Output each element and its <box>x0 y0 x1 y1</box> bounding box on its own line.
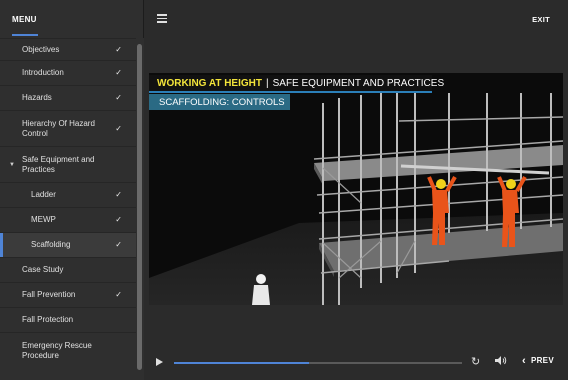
menu-item-label: Hazards <box>22 93 52 102</box>
check-icon: ✓ <box>115 68 122 77</box>
menu-item-hazards[interactable]: Hazards ✓ <box>0 85 136 110</box>
menu-item-objectives[interactable]: Objectives ✓ <box>0 38 136 60</box>
check-icon: ✓ <box>115 240 122 249</box>
menu-item-label: Fall Protection <box>22 315 74 324</box>
check-icon: ✓ <box>115 44 122 54</box>
menu-item-emergency-rescue-procedure[interactable]: Emergency Rescue Procedure <box>0 332 136 368</box>
check-icon: ✓ <box>115 290 122 299</box>
chevron-left-icon: ‹ <box>522 354 526 367</box>
menu-item-label: Scaffolding <box>31 240 71 249</box>
hamburger-icon[interactable] <box>157 14 167 23</box>
prev-label: PREV <box>530 356 554 365</box>
menu-item-case-study[interactable]: Case Study <box>0 257 136 282</box>
menu-title: MENU <box>12 14 37 24</box>
check-icon: ✓ <box>115 93 122 102</box>
caret-down-icon: ▼ <box>9 161 15 168</box>
check-icon: ✓ <box>115 215 122 224</box>
progress-bar[interactable] <box>174 362 462 364</box>
menu-item-label: MEWP <box>31 215 56 224</box>
menu-item-mewp[interactable]: MEWP ✓ <box>0 207 136 232</box>
menu-item-fall-prevention[interactable]: Fall Prevention ✓ <box>0 282 136 307</box>
menu-item-label: Ladder <box>31 190 56 199</box>
menu-item-hierarchy-of-hazard-control[interactable]: Hierarchy Of Hazard Control ✓ <box>0 110 136 146</box>
progress-fill <box>174 362 310 364</box>
topic-subtitle: SCAFFOLDING: CONTROLS <box>149 94 290 110</box>
menu-item-label: Case Study <box>22 265 64 274</box>
player-controls: ↻ ‹ PREV <box>144 350 568 376</box>
replay-icon[interactable]: ↻ <box>471 355 480 368</box>
menu-item-label: Emergency Rescue Procedure <box>22 340 92 360</box>
check-icon: ✓ <box>115 190 122 199</box>
section-title: SAFE EQUIPMENT AND PRACTICES <box>272 77 445 89</box>
video-title-bar: WORKING AT HEIGHT | SAFE EQUIPMENT AND P… <box>149 75 444 93</box>
menu-item-scaffolding[interactable]: Scaffolding ✓ <box>0 232 136 257</box>
top-bar: EXIT <box>144 0 568 38</box>
volume-icon[interactable] <box>495 355 507 369</box>
menu-item-label: Hierarchy Of Hazard Control <box>22 118 95 138</box>
menu-item-label: Introduction <box>22 68 64 77</box>
title-separator: | <box>266 77 269 89</box>
sidebar-menu: MENU Objectives ✓ Introduction ✓ Hazards… <box>0 0 144 380</box>
prev-button[interactable]: ‹ PREV <box>522 354 554 367</box>
menu-list: Objectives ✓ Introduction ✓ Hazards ✓ Hi… <box>0 38 136 368</box>
menu-item-label: Objectives <box>22 44 60 54</box>
check-icon: ✓ <box>115 123 122 133</box>
menu-item-ladder[interactable]: Ladder ✓ <box>0 182 136 207</box>
course-title: WORKING AT HEIGHT <box>157 77 262 89</box>
exit-button[interactable]: EXIT <box>532 15 550 24</box>
menu-item-safe-equipment-and-practices[interactable]: ▼ Safe Equipment and Practices <box>0 146 136 182</box>
menu-item-introduction[interactable]: Introduction ✓ <box>0 60 136 85</box>
sidebar-scrollbar-thumb[interactable] <box>137 44 142 370</box>
video-player[interactable]: WORKING AT HEIGHT | SAFE EQUIPMENT AND P… <box>149 73 563 305</box>
menu-item-fall-protection[interactable]: Fall Protection <box>0 307 136 332</box>
menu-item-label: Safe Equipment and Practices <box>22 154 95 174</box>
play-icon[interactable] <box>156 358 163 366</box>
menu-title-underline <box>12 34 38 36</box>
menu-item-label: Fall Prevention <box>22 290 76 299</box>
